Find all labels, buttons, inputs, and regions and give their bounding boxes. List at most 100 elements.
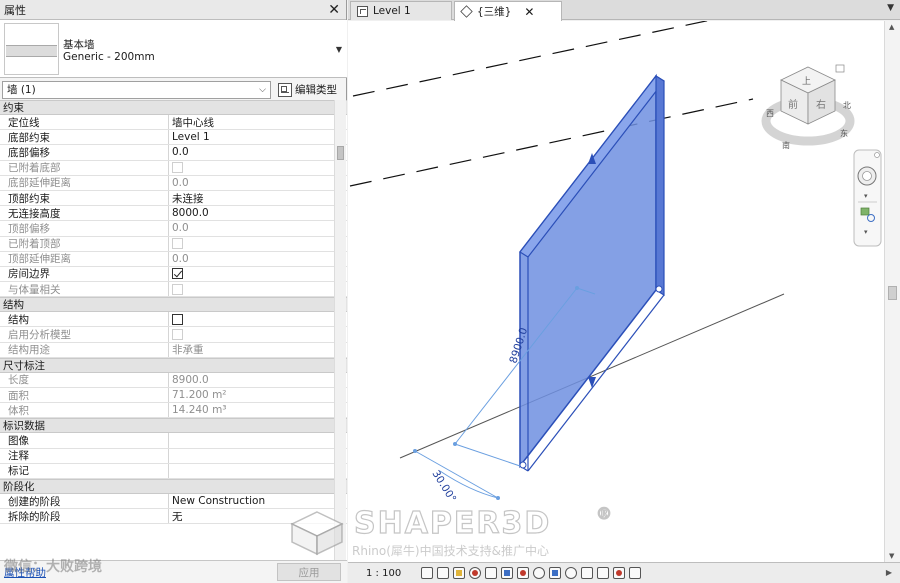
view-scrollbar[interactable]: ▲ ▼: [884, 21, 900, 562]
property-row: 启用分析模型: [0, 327, 347, 343]
type-family: 基本墙: [63, 39, 95, 51]
property-value[interactable]: 8000.0: [169, 206, 335, 220]
tab-overflow-icon[interactable]: ▼: [887, 3, 894, 13]
instance-filter-row: 墙 (1) ⌵ 编辑类型: [0, 79, 347, 100]
property-label: 无连接高度: [0, 206, 169, 221]
property-value[interactable]: New Construction: [169, 494, 335, 508]
3d-view-icon: [460, 5, 473, 18]
property-value[interactable]: [169, 433, 335, 447]
property-row: 面积 71.200 m²: [0, 388, 347, 404]
scroll-right-icon[interactable]: ▶: [886, 568, 892, 577]
property-group-header[interactable]: 标识数据⌃: [0, 418, 347, 434]
properties-scrollbar[interactable]: [334, 100, 346, 560]
viewcube-front-label: 前: [788, 98, 798, 111]
property-label: 结构用途: [0, 342, 169, 357]
property-group-header[interactable]: 结构⌃: [0, 297, 347, 313]
property-row: 拆除的阶段无: [0, 509, 347, 525]
property-label: 底部约束: [0, 130, 169, 145]
dimension-angle-text: 30.00°: [429, 468, 458, 504]
property-group-header[interactable]: 阶段化⌃: [0, 478, 347, 494]
tab-3d-view[interactable]: {三维} ✕: [454, 1, 562, 21]
property-checkbox: [172, 283, 183, 295]
property-value[interactable]: [169, 267, 335, 281]
tab-label: Level 1: [373, 5, 411, 17]
property-value[interactable]: 未连接: [169, 191, 335, 205]
property-group-header[interactable]: 约束⌃: [0, 100, 347, 115]
property-value[interactable]: 墙中心线: [169, 115, 335, 129]
property-label: 底部偏移: [0, 145, 169, 160]
property-label: 拆除的阶段: [0, 509, 169, 524]
instance-filter-dropdown[interactable]: 墙 (1) ⌵: [2, 80, 271, 99]
property-label: 已附着底部: [0, 160, 169, 175]
property-label: 结构: [0, 312, 169, 327]
scroll-up-icon[interactable]: ▲: [889, 23, 894, 31]
viewcube-home-icon: [835, 64, 845, 73]
property-row: 创建的阶段 New Construction: [0, 493, 347, 510]
property-checkbox[interactable]: [172, 313, 183, 325]
property-label: 房间边界: [0, 266, 169, 282]
property-label: 长度: [0, 372, 169, 387]
temporary-hide-icon[interactable]: [549, 567, 562, 579]
property-row: 图像: [0, 433, 347, 449]
property-value[interactable]: [169, 449, 335, 463]
shadows-icon[interactable]: [469, 567, 482, 579]
wall-side-face: [655, 74, 665, 297]
3d-scene: 8900.0 30.00° 上 前 右 北 西 南 东 ▾ ▾: [349, 21, 882, 505]
apply-button[interactable]: 应用: [277, 563, 341, 581]
property-value[interactable]: 0.0: [169, 145, 335, 159]
lock-3d-view-icon[interactable]: [533, 567, 546, 579]
property-value: [169, 282, 335, 296]
visual-style-icon[interactable]: [437, 567, 450, 579]
property-value[interactable]: [169, 464, 335, 478]
property-row: 长度 8900.0: [0, 372, 347, 388]
dropdown-arrow-icon[interactable]: ▼: [336, 45, 342, 54]
compass-west: 西: [766, 109, 774, 118]
property-group-title: 约束: [3, 102, 24, 114]
scroll-thumb[interactable]: [888, 286, 897, 300]
property-group-header[interactable]: 尺寸标注⌃: [0, 357, 347, 373]
property-group-title: 标识数据: [3, 420, 45, 433]
viewcube-right-label: 右: [816, 98, 826, 111]
close-icon[interactable]: ✕: [328, 2, 340, 18]
show-crop-region-icon[interactable]: [517, 567, 530, 579]
crop-view-icon[interactable]: [501, 567, 514, 579]
property-group-title: 结构: [3, 299, 24, 312]
property-label: 体积: [0, 403, 169, 418]
property-value[interactable]: [169, 312, 335, 326]
property-value[interactable]: Level 1: [169, 130, 335, 144]
render-icon[interactable]: [485, 567, 498, 579]
property-checkbox[interactable]: [172, 268, 183, 280]
level-line-lower: [349, 98, 754, 187]
reveal-hidden-icon[interactable]: [565, 567, 578, 579]
edit-type-button[interactable]: 编辑类型: [275, 81, 340, 99]
3d-view-canvas[interactable]: 8900.0 30.00° 上 前 右 北 西 南 东 ▾ ▾: [348, 21, 884, 562]
property-value: [169, 237, 335, 251]
reveal-constraints-icon[interactable]: [629, 567, 642, 579]
property-value[interactable]: 无: [169, 509, 335, 523]
scroll-down-icon[interactable]: ▼: [889, 552, 894, 560]
property-row: 已附着底部: [0, 160, 347, 176]
analytical-model-icon[interactable]: [597, 567, 610, 579]
tab-level-1[interactable]: Level 1: [350, 1, 452, 20]
tab-label: {三维}: [477, 6, 512, 18]
temporary-view-properties-icon[interactable]: [581, 567, 594, 579]
view-scale[interactable]: 1 : 100: [366, 568, 401, 579]
property-checkbox: [172, 162, 183, 174]
property-value: 0.0: [172, 176, 189, 189]
property-value: 71.200 m²: [172, 389, 227, 402]
type-selector[interactable]: 基本墙 Generic - 200mm ▼: [0, 20, 347, 78]
wall-end-grip: [655, 285, 663, 293]
close-tab-icon[interactable]: ✕: [524, 5, 534, 19]
wall-end-grip: [519, 461, 527, 469]
property-label: 顶部约束: [0, 190, 169, 206]
sun-path-icon[interactable]: [453, 567, 466, 579]
close-icon: [874, 152, 880, 158]
property-value: 0.0: [172, 222, 189, 235]
property-label: 标记: [0, 463, 169, 478]
detail-level-icon[interactable]: [421, 567, 434, 579]
highlight-displacement-icon[interactable]: [613, 567, 626, 579]
property-label: 底部延伸距离: [0, 175, 169, 190]
chevron-down-icon: ⌵: [259, 84, 266, 95]
property-label: 创建的阶段: [0, 493, 169, 509]
properties-help-link[interactable]: 属性帮助: [4, 565, 46, 580]
